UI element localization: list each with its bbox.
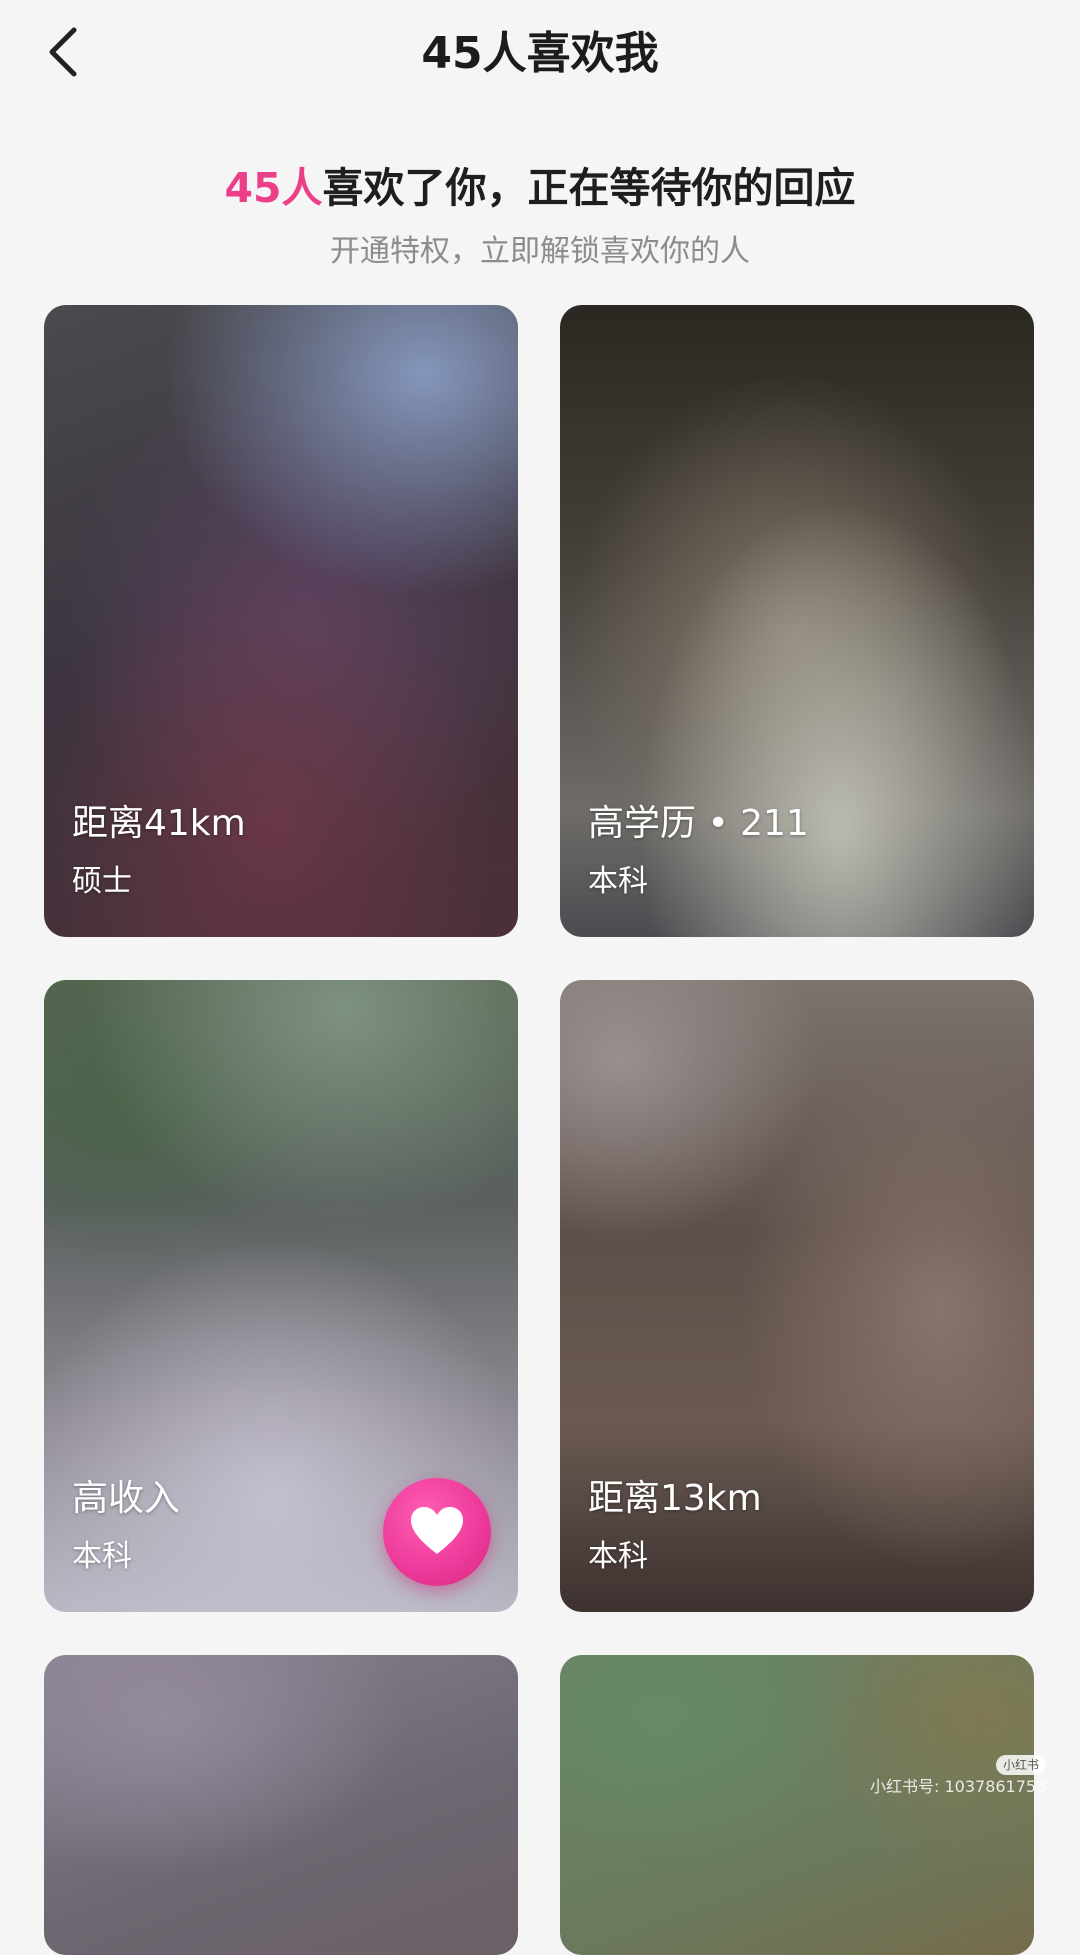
card-tag-secondary: 本科 — [72, 1539, 132, 1574]
card-tag-primary: 距离41km — [72, 803, 246, 844]
unlock-hint: 开通特权，立即解锁喜欢你的人 — [330, 234, 750, 269]
top-bar: 45人喜欢我 — [0, 0, 1080, 110]
card-tag-secondary: 本科 — [588, 1539, 648, 1574]
card-tag-secondary: 本科 — [588, 864, 648, 899]
card-tag-primary: 高收入 — [72, 1478, 181, 1519]
profile-card[interactable] — [560, 1655, 1034, 1955]
profile-card[interactable]: 高学历 • 211 本科 — [560, 305, 1034, 937]
profile-card[interactable]: 距离13km 本科 — [560, 980, 1034, 1612]
likes-count: 45人 — [224, 164, 323, 212]
profile-card[interactable]: 距离41km 硕士 — [44, 305, 518, 937]
watermark-text: 小红书号: 1037861753 — [870, 1777, 1047, 1796]
card-tag-secondary: 硕士 — [72, 864, 132, 899]
watermark-logo: 小红书 — [996, 1755, 1046, 1775]
like-button[interactable] — [383, 1478, 491, 1586]
profile-card[interactable] — [44, 1655, 518, 1955]
card-tag-primary: 高学历 • 211 — [588, 803, 809, 844]
headline-text: 喜欢了你，正在等待你的回应 — [322, 164, 856, 212]
heart-icon — [411, 1507, 463, 1554]
likes-headline: 45人喜欢了你，正在等待你的回应 — [0, 160, 1080, 216]
card-tag-primary: 距离13km — [588, 1478, 762, 1519]
page-title: 45人喜欢我 — [421, 28, 659, 79]
